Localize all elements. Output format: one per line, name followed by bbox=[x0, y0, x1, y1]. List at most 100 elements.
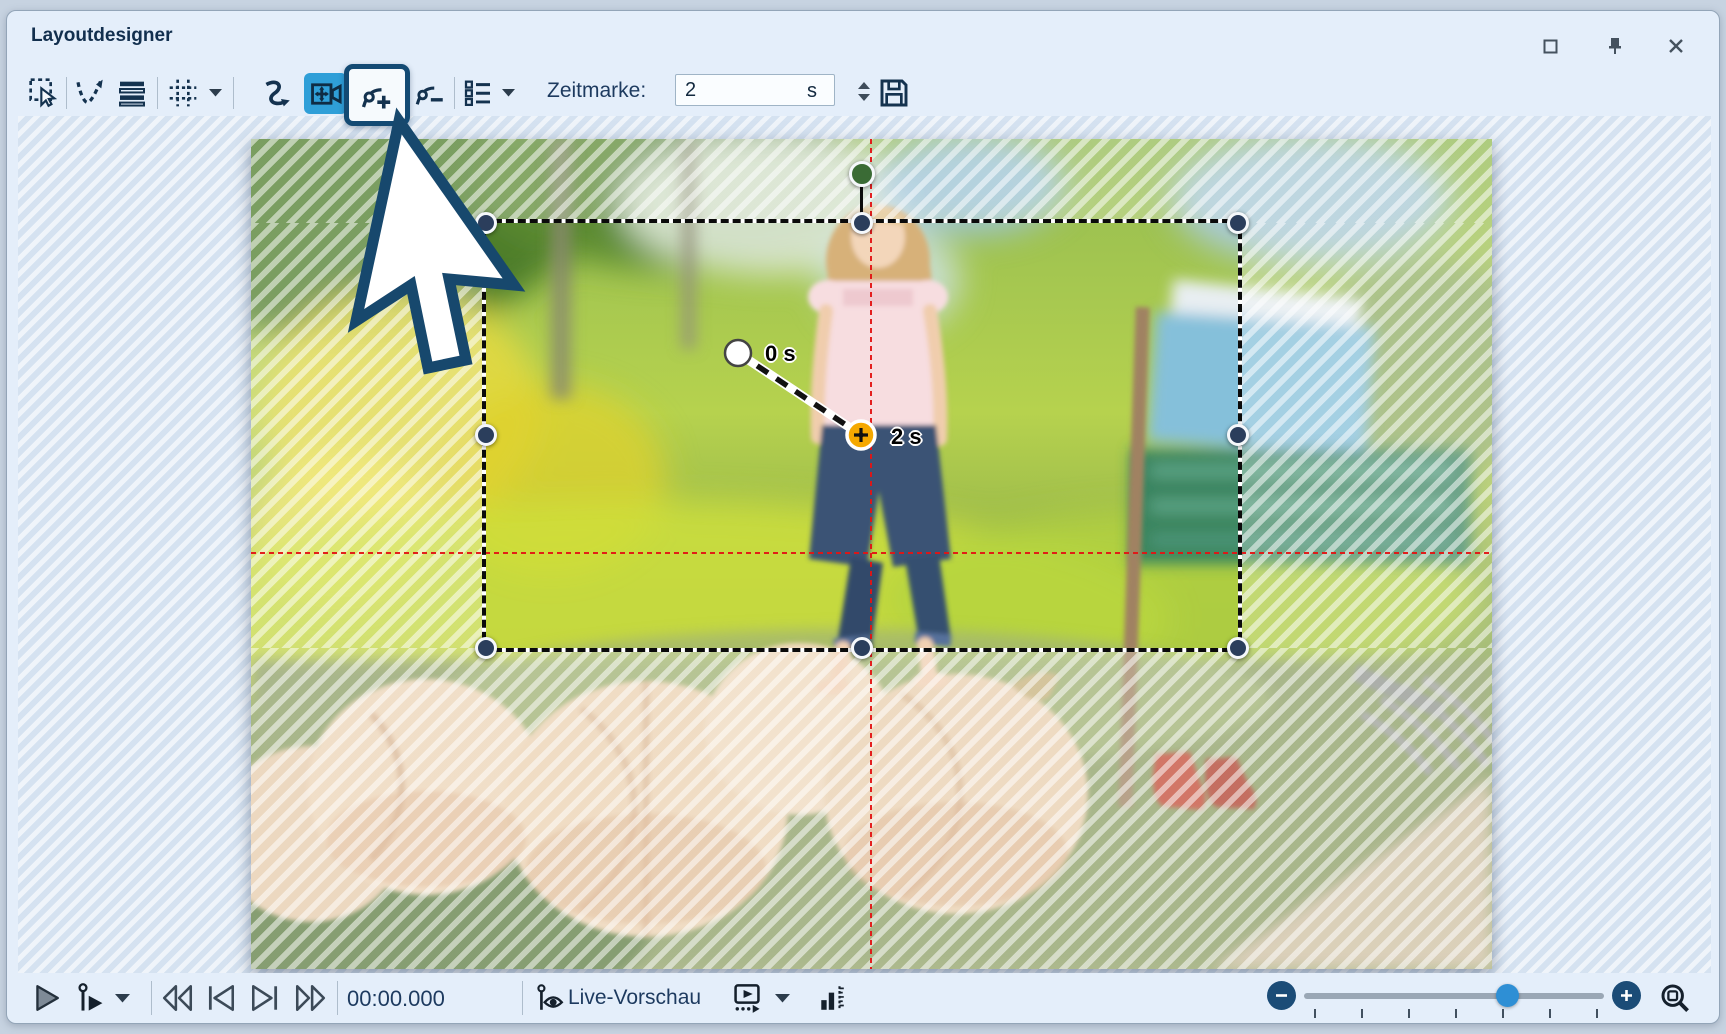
rewind-button[interactable] bbox=[161, 979, 195, 1017]
skip-to-end-button[interactable] bbox=[249, 979, 281, 1017]
layoutdesigner-window: Layoutdesigner bbox=[6, 10, 1720, 1024]
titlebar: Layoutdesigner bbox=[7, 11, 1719, 59]
path-check-icon bbox=[74, 77, 106, 109]
rotation-handle[interactable] bbox=[849, 161, 875, 187]
close-icon bbox=[1668, 38, 1684, 54]
grid-tool-button[interactable] bbox=[163, 73, 203, 113]
spinner-up-icon[interactable] bbox=[858, 82, 870, 89]
plus-icon bbox=[1619, 988, 1634, 1003]
keyframe-2s-label: 2 s bbox=[891, 424, 922, 450]
zoom-tick bbox=[1408, 1009, 1410, 1018]
chevron-down-icon bbox=[775, 994, 790, 1003]
chevron-down-icon bbox=[115, 994, 130, 1003]
live-preview-label: Live-Vorschau bbox=[568, 986, 701, 1010]
zoom-tick bbox=[1455, 1009, 1457, 1018]
motion-curve-tool-button[interactable] bbox=[257, 73, 297, 113]
handle-top-left[interactable] bbox=[475, 212, 497, 234]
save-icon bbox=[878, 77, 910, 109]
play-icon bbox=[31, 983, 61, 1013]
zoom-tick bbox=[1549, 1009, 1551, 1018]
preview-window-icon bbox=[731, 982, 763, 1014]
save-button[interactable] bbox=[875, 73, 913, 113]
add-keyframe-icon bbox=[359, 77, 395, 113]
timecode: 00:00.000 bbox=[347, 986, 487, 1012]
zoom-tick bbox=[1361, 1009, 1363, 1018]
chevron-down-icon bbox=[209, 89, 222, 97]
skip-to-start-button[interactable] bbox=[205, 979, 237, 1017]
handle-middle-left[interactable] bbox=[475, 424, 497, 446]
zoom-tick bbox=[1596, 1009, 1598, 1018]
play-options-dropdown[interactable] bbox=[115, 979, 130, 1017]
zoom-slider-thumb[interactable] bbox=[1496, 984, 1519, 1007]
skip-to-end-icon bbox=[249, 983, 281, 1013]
list-dropdown-button[interactable] bbox=[499, 73, 517, 113]
pin-icon bbox=[1607, 37, 1623, 55]
layout-canvas[interactable]: 0 s 2 s bbox=[18, 116, 1711, 973]
keyframe-0s-label: 0 s bbox=[765, 341, 796, 367]
camera-pan-tool-button[interactable] bbox=[304, 73, 347, 114]
preview-window-button[interactable] bbox=[731, 979, 763, 1017]
z-order-tool-button[interactable] bbox=[113, 73, 151, 113]
zoom-in-button[interactable] bbox=[1612, 981, 1641, 1010]
zoom-slider-track[interactable] bbox=[1304, 993, 1604, 999]
grid-dropdown-button[interactable] bbox=[206, 73, 224, 113]
photo-object[interactable]: 0 s 2 s bbox=[251, 139, 1492, 969]
selection-border[interactable] bbox=[482, 219, 1242, 652]
handle-bottom-left[interactable] bbox=[475, 637, 497, 659]
toolbar-separator bbox=[157, 77, 158, 109]
toolbar-separator bbox=[233, 77, 234, 109]
handle-top-center[interactable] bbox=[851, 212, 873, 234]
minus-icon bbox=[1274, 988, 1289, 1003]
handle-middle-right[interactable] bbox=[1227, 424, 1249, 446]
main-toolbar: Zeitmarke: s bbox=[7, 63, 1719, 121]
zeitmarke-label: Zeitmarke: bbox=[547, 79, 646, 103]
toolbar-separator bbox=[66, 77, 67, 109]
remove-keyframe-tool-button[interactable] bbox=[411, 73, 449, 113]
toolbar-separator bbox=[454, 77, 455, 109]
handle-top-right[interactable] bbox=[1227, 212, 1249, 234]
list-options-tool-button[interactable] bbox=[459, 73, 497, 113]
zoom-fit-button[interactable] bbox=[1659, 979, 1691, 1017]
skip-to-start-icon bbox=[205, 983, 237, 1013]
transport-separator bbox=[151, 981, 152, 1015]
fast-forward-icon bbox=[293, 983, 327, 1013]
camera-pan-icon bbox=[309, 77, 343, 111]
play-from-position-icon bbox=[75, 982, 107, 1014]
preview-dropdown[interactable] bbox=[775, 979, 790, 1017]
close-button[interactable] bbox=[1663, 33, 1689, 59]
list-options-icon bbox=[462, 77, 494, 109]
motion-curve-icon bbox=[260, 76, 294, 110]
grid-icon bbox=[167, 77, 199, 109]
timeline-columns-button[interactable] bbox=[817, 979, 847, 1017]
path-check-tool-button[interactable] bbox=[71, 73, 109, 113]
live-preview-button[interactable] bbox=[535, 979, 565, 1017]
spinner-down-icon[interactable] bbox=[858, 94, 870, 101]
maximize-button[interactable] bbox=[1537, 33, 1563, 59]
chevron-down-icon bbox=[502, 89, 515, 97]
add-keyframe-tool-button[interactable] bbox=[344, 64, 410, 126]
transport-separator bbox=[337, 981, 338, 1015]
rewind-icon bbox=[161, 983, 195, 1013]
play-from-position-button[interactable] bbox=[75, 979, 107, 1017]
zeitmarke-spinner[interactable] bbox=[853, 75, 875, 107]
zoom-out-button[interactable] bbox=[1267, 981, 1296, 1010]
transport-bar: 00:00.000 Live-Vorschau bbox=[7, 973, 1719, 1023]
zeitmarke-input[interactable] bbox=[675, 74, 835, 106]
zoom-fit-icon bbox=[1659, 982, 1691, 1014]
play-button[interactable] bbox=[31, 979, 61, 1017]
handle-bottom-right[interactable] bbox=[1227, 637, 1249, 659]
handle-bottom-center[interactable] bbox=[851, 637, 873, 659]
live-preview-pin-eye-icon bbox=[535, 982, 565, 1014]
zoom-tick bbox=[1502, 1009, 1504, 1018]
window-title: Layoutdesigner bbox=[31, 25, 172, 47]
transport-separator bbox=[522, 981, 523, 1015]
z-order-icon bbox=[116, 77, 148, 109]
timeline-columns-icon bbox=[817, 982, 847, 1014]
select-tool-icon bbox=[28, 77, 60, 109]
pin-button[interactable] bbox=[1602, 33, 1628, 59]
maximize-icon bbox=[1543, 39, 1558, 54]
remove-keyframe-icon bbox=[413, 76, 447, 110]
select-tool-button[interactable] bbox=[25, 73, 63, 113]
fast-forward-button[interactable] bbox=[293, 979, 327, 1017]
zoom-tick bbox=[1314, 1009, 1316, 1018]
